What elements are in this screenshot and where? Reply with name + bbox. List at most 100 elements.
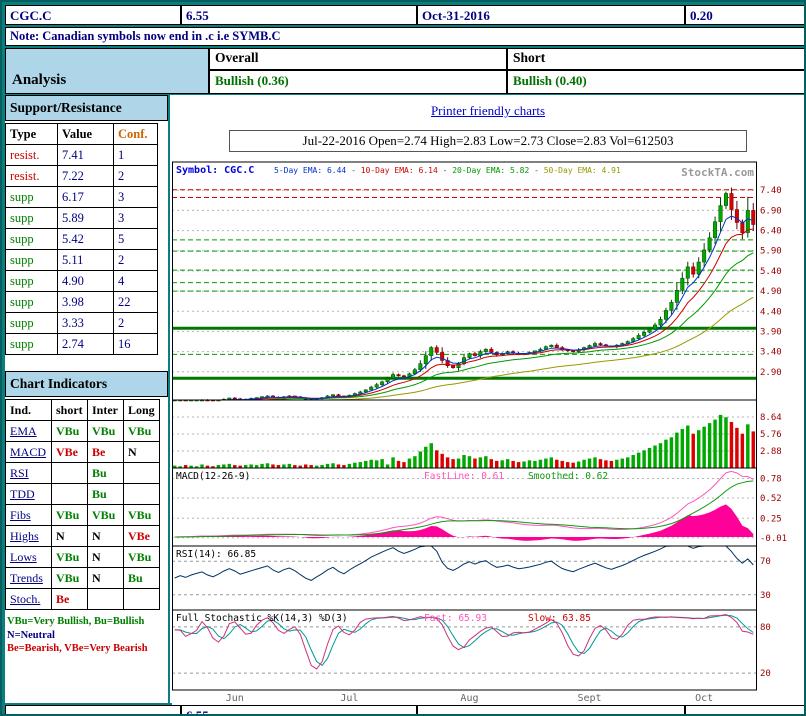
sr-type: supp xyxy=(6,208,58,229)
support-resistance-table: TypeValueConf.resist.7.411resist.7.222su… xyxy=(5,123,158,355)
svg-text:7.40: 7.40 xyxy=(760,186,782,196)
indicator-long-value: VBu xyxy=(124,547,160,568)
sr-type: supp xyxy=(6,271,58,292)
sr-conf: 2 xyxy=(114,166,158,187)
bottom-change-cell xyxy=(685,705,805,716)
sr-header-value: Value xyxy=(58,124,114,145)
indicator-row: EMAVBuVBuVBu xyxy=(6,421,160,442)
sr-type: supp xyxy=(6,313,58,334)
sr-conf: 22 xyxy=(114,292,158,313)
sr-value: 3.98 xyxy=(58,292,114,313)
indicator-link-ema[interactable]: EMA xyxy=(10,424,37,438)
indicator-short-value: VBu xyxy=(52,568,88,589)
sr-value: 7.41 xyxy=(58,145,114,166)
svg-text:5.76: 5.76 xyxy=(760,430,782,440)
sr-row: supp3.332 xyxy=(6,313,158,334)
indicator-long-value xyxy=(124,484,160,505)
indicator-name-cell: MACD xyxy=(6,442,52,463)
ind-header-inter: Inter xyxy=(88,400,124,421)
sr-row: supp5.893 xyxy=(6,208,158,229)
printer-link-row: Printer friendly charts xyxy=(170,95,806,124)
svg-text:Jul: Jul xyxy=(340,693,358,704)
indicator-long-value: VBu xyxy=(124,505,160,526)
indicator-name-cell: TDD xyxy=(6,484,52,505)
svg-text:-0.01: -0.01 xyxy=(760,534,787,544)
indicator-short-value: VBu xyxy=(52,505,88,526)
sr-value: 3.33 xyxy=(58,313,114,334)
sr-conf: 3 xyxy=(114,208,158,229)
sr-value: 4.90 xyxy=(58,271,114,292)
svg-text:3.40: 3.40 xyxy=(760,348,782,358)
sidebar: Support/Resistance TypeValueConf.resist.… xyxy=(5,95,168,703)
svg-text:20: 20 xyxy=(760,669,771,679)
bottom-price-cell: 6.55 xyxy=(181,705,417,716)
indicator-link-highs[interactable]: Highs xyxy=(10,529,39,543)
indicator-inter-value: Be xyxy=(88,442,124,463)
svg-text:RSI(14): 66.85: RSI(14): 66.85 xyxy=(176,549,256,560)
svg-text:FastLine: 0.61: FastLine: 0.61 xyxy=(424,471,504,482)
indicator-link-fibs[interactable]: Fibs xyxy=(10,508,31,522)
printer-friendly-link[interactable]: Printer friendly charts xyxy=(431,103,545,118)
sr-type: supp xyxy=(6,229,58,250)
svg-text:6.40: 6.40 xyxy=(760,227,782,237)
svg-text:70: 70 xyxy=(760,557,771,567)
indicator-link-trends[interactable]: Trends xyxy=(10,571,43,585)
svg-text:5-Day EMA: 6.44 - 10-Day EMA:: 5-Day EMA: 6.44 - 10-Day EMA: 6.14 - 20-… xyxy=(274,166,621,175)
sr-type: supp xyxy=(6,292,58,313)
sr-row: supp6.173 xyxy=(6,187,158,208)
svg-text:2.90: 2.90 xyxy=(760,368,782,378)
svg-text:6.90: 6.90 xyxy=(760,206,782,216)
sr-type: supp xyxy=(6,250,58,271)
sr-conf: 3 xyxy=(114,187,158,208)
indicator-long-value: N xyxy=(124,442,160,463)
indicator-link-lows[interactable]: Lows xyxy=(10,550,37,564)
indicator-inter-value xyxy=(88,589,124,610)
indicator-short-value xyxy=(52,463,88,484)
indicator-row: TrendsVBuNBu xyxy=(6,568,160,589)
indicator-short-value xyxy=(52,484,88,505)
indicator-link-tdd[interactable]: TDD xyxy=(10,487,35,501)
indicator-row: MACD VBeBeN xyxy=(6,442,160,463)
sr-type: resist. xyxy=(6,145,58,166)
sr-conf: 4 xyxy=(114,271,158,292)
indicator-inter-value: N xyxy=(88,526,124,547)
indicator-short-value: VBu xyxy=(52,547,88,568)
indicator-row: Stoch.Be xyxy=(6,589,160,610)
indicator-inter-value: N xyxy=(88,547,124,568)
indicator-short-value: VBe xyxy=(52,442,88,463)
indicator-link-rsi[interactable]: RSI xyxy=(10,466,29,480)
svg-text:5.90: 5.90 xyxy=(760,247,782,257)
analysis-overall-header: Overall xyxy=(209,48,507,70)
svg-text:5.40: 5.40 xyxy=(760,267,782,277)
legend-line: Be=Bearish, VBe=Very Bearish xyxy=(7,642,166,656)
indicator-long-value: Bu xyxy=(124,568,160,589)
svg-text:Oct: Oct xyxy=(695,693,713,704)
svg-text:8.64: 8.64 xyxy=(760,413,782,423)
indicator-row: TDDBu xyxy=(6,484,160,505)
indicator-inter-value: VBu xyxy=(88,421,124,442)
bottom-date-cell xyxy=(417,705,685,716)
sr-value: 6.17 xyxy=(58,187,114,208)
sr-row: supp5.425 xyxy=(6,229,158,250)
quote-price: 6.55 xyxy=(181,5,417,25)
sr-value: 7.22 xyxy=(58,166,114,187)
sr-row: supp2.7416 xyxy=(6,334,158,355)
sr-conf: 2 xyxy=(114,250,158,271)
indicator-inter-value: Bu xyxy=(88,463,124,484)
sr-header-conf[interactable]: Conf. xyxy=(114,124,158,145)
indicator-short-value: N xyxy=(52,526,88,547)
stock-chart: 7.406.906.405.905.404.904.403.903.402.90… xyxy=(172,160,804,706)
indicator-link-macd[interactable]: MACD xyxy=(10,445,46,459)
analysis-short-value: Bullish (0.40) xyxy=(507,70,805,94)
svg-text:Jun: Jun xyxy=(226,693,244,704)
sr-row: supp5.112 xyxy=(6,250,158,271)
svg-text:Symbol: CGC.C: Symbol: CGC.C xyxy=(176,165,254,176)
indicator-row: Lows VBuNVBu xyxy=(6,547,160,568)
svg-text:Slow: 63.85: Slow: 63.85 xyxy=(528,613,591,624)
svg-text:0.25: 0.25 xyxy=(760,514,782,524)
bottom-quote-bar: 6.55 xyxy=(5,705,805,716)
sr-conf: 16 xyxy=(114,334,158,355)
svg-text:Fast: 65.93: Fast: 65.93 xyxy=(424,613,487,624)
indicator-short-value: VBu xyxy=(52,421,88,442)
indicator-link-stoch[interactable]: Stoch. xyxy=(10,592,40,606)
